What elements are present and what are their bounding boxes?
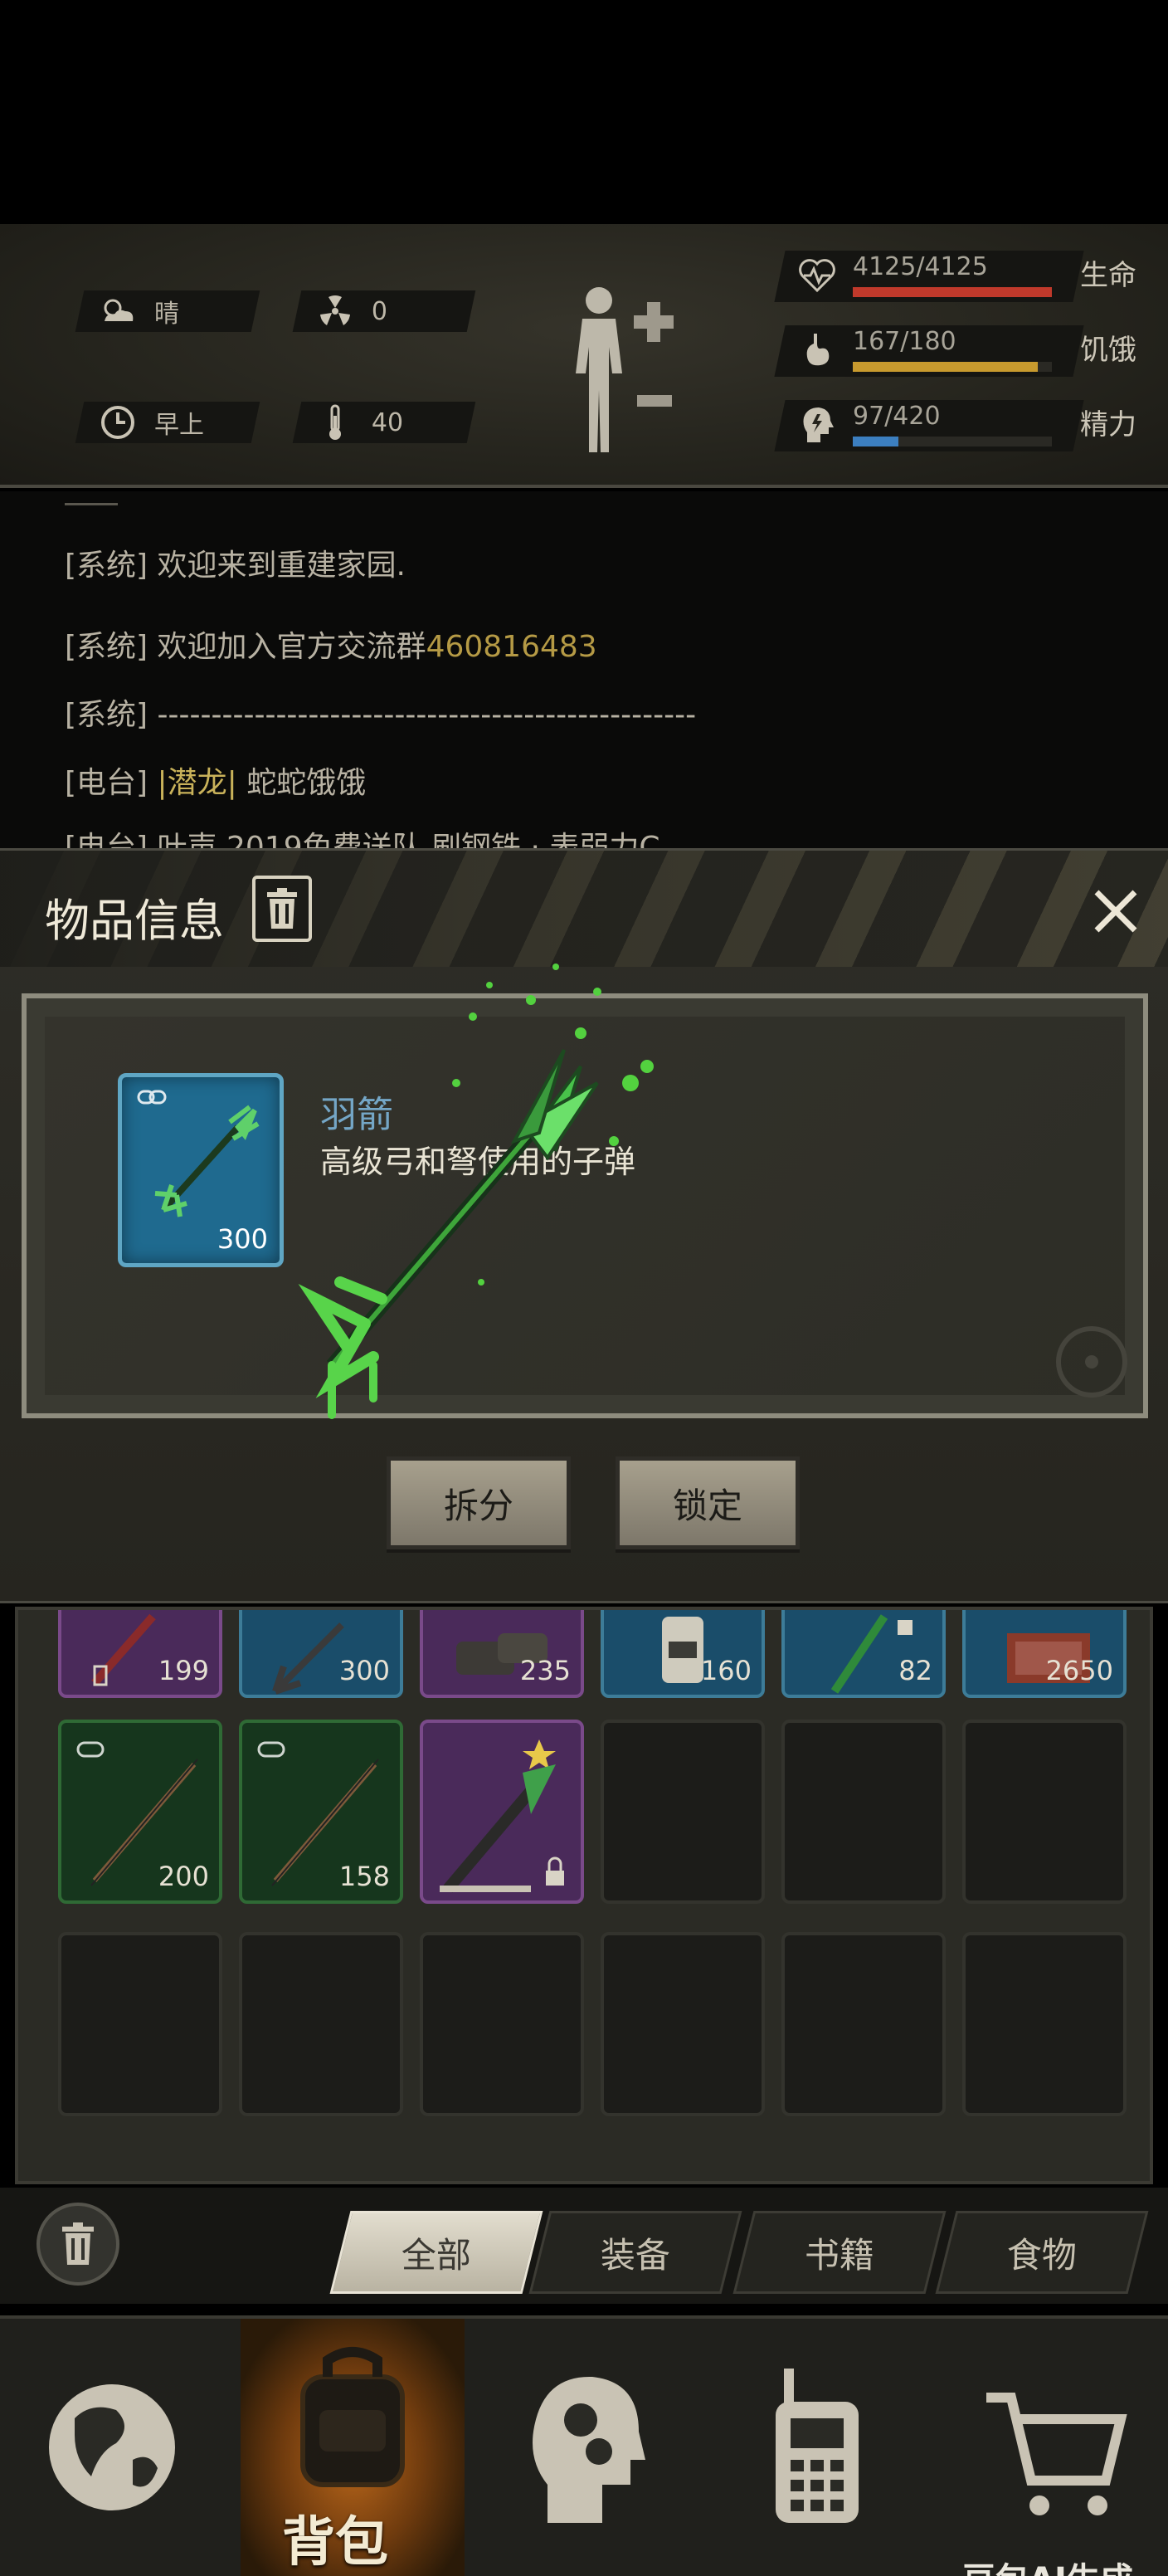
watermark-text: 豆包AI生成 xyxy=(962,2553,1133,2576)
health-value: 4125/4125 xyxy=(853,252,988,281)
inventory-slot-empty[interactable] xyxy=(239,1932,403,2116)
book-icon xyxy=(1007,1633,1090,1683)
time-label: 早上 xyxy=(154,411,204,440)
hunger-value: 167/180 xyxy=(853,327,956,356)
item-count: 235 xyxy=(519,1655,571,1686)
parts-icon xyxy=(456,1633,548,1675)
health-stat: 4125/4125 生命 xyxy=(774,246,1145,304)
inventory-slot[interactable]: 199 xyxy=(58,1610,222,1698)
green-stick-icon xyxy=(830,1614,912,1694)
nav-skills[interactable] xyxy=(473,2319,697,2576)
tab-equipment[interactable]: 装备 xyxy=(528,2211,742,2294)
inventory-slot-empty[interactable] xyxy=(781,1932,946,2116)
energy-bar xyxy=(853,437,1052,446)
inventory-slot-empty[interactable] xyxy=(962,1720,1127,1904)
item-info-dialog: 物品信息 300 羽箭 高级弓和弩使用的子弹 拆分 锁定 xyxy=(0,848,1168,1603)
inventory-slot-empty[interactable] xyxy=(601,1720,765,1904)
body-status-icon[interactable] xyxy=(564,282,689,456)
inventory-slot-empty[interactable] xyxy=(420,1932,584,2116)
hunger-bar xyxy=(853,362,1052,372)
legendary-bow-icon xyxy=(440,1739,564,1893)
inventory-slot-empty[interactable] xyxy=(58,1932,222,2116)
chat-line: [系统] 欢迎来到重建家园. xyxy=(65,549,406,583)
chat-group-number[interactable]: 460816483 xyxy=(426,630,597,664)
top-blank-area xyxy=(0,0,1168,224)
clock-icon xyxy=(96,403,139,442)
arrow-icon xyxy=(272,1622,344,1695)
feather-arrow-icon xyxy=(154,1105,260,1217)
nav-shop[interactable] xyxy=(944,2319,1168,2576)
chat-line: [电台] |潜龙| 蛇蛇饿饿 xyxy=(65,766,367,800)
temperature-chip: 40 xyxy=(292,402,476,443)
lock-button[interactable]: 锁定 xyxy=(616,1456,800,1549)
tab-food[interactable]: 食物 xyxy=(935,2211,1149,2294)
stomach-icon xyxy=(796,329,838,372)
chat-line: [系统] 欢迎加入官方交流群460816483 xyxy=(65,630,597,664)
item-count: 200 xyxy=(158,1861,209,1892)
delete-item-button[interactable] xyxy=(252,876,312,942)
backpack-icon xyxy=(300,2347,405,2487)
item-count: 82 xyxy=(898,1655,932,1686)
sun-cloud-icon xyxy=(96,292,139,330)
item-count: 300 xyxy=(338,1655,390,1686)
walkie-talkie-icon xyxy=(776,2369,859,2523)
head-energy-icon xyxy=(796,403,838,446)
close-icon[interactable] xyxy=(1087,882,1145,940)
inventory-slot[interactable]: 82 xyxy=(781,1610,946,1698)
radiation-icon xyxy=(314,292,357,330)
inventory-slot[interactable]: 2650 xyxy=(962,1610,1127,1698)
weather-label: 晴 xyxy=(154,300,179,329)
inventory-slot[interactable]: 235 xyxy=(420,1610,584,1698)
tab-books[interactable]: 书籍 xyxy=(732,2211,947,2294)
inventory-slot[interactable] xyxy=(420,1720,584,1904)
health-bar xyxy=(853,287,1052,297)
dismantle-button[interactable]: 拆分 xyxy=(387,1456,571,1549)
time-chip: 早上 xyxy=(75,402,260,443)
inventory-slot[interactable]: 300 xyxy=(239,1610,403,1698)
energy-stat: 97/420 精力 xyxy=(774,395,1145,453)
head-gears-icon xyxy=(533,2376,645,2523)
item-count: 158 xyxy=(338,1861,390,1892)
inventory-slot-empty[interactable] xyxy=(601,1932,765,2116)
discard-button[interactable] xyxy=(36,2203,119,2286)
thermometer-icon xyxy=(314,403,357,442)
trash-icon xyxy=(62,2222,94,2265)
chat-line: [系统] -----------------------------------… xyxy=(65,698,697,732)
inventory-slot[interactable]: 158 xyxy=(239,1720,403,1904)
inventory-slot[interactable]: 160 xyxy=(601,1610,765,1698)
weather-chip: 晴 xyxy=(75,290,260,332)
nav-radio[interactable] xyxy=(705,2319,929,2576)
chat-line: [电台] 叶声 2019免费送队 刷钢铁 · 表弱力C xyxy=(65,831,660,848)
energy-label: 精力 xyxy=(1080,408,1136,442)
item-count: 300 xyxy=(217,1223,268,1255)
tab-all[interactable]: 全部 xyxy=(329,2211,543,2294)
nav-backpack-label: 背包 xyxy=(282,2512,388,2574)
item-count: 2650 xyxy=(1045,1655,1113,1686)
item-count: 199 xyxy=(158,1655,209,1686)
feather-arrow-illustration xyxy=(298,964,654,1419)
item-icon-slot: 300 xyxy=(118,1073,284,1267)
crossbow-part-icon xyxy=(91,1613,156,1686)
chat-log[interactable]: [系统] 欢迎来到重建家园. [系统] 欢迎加入官方交流群460816483 [… xyxy=(0,491,1168,848)
temperature-value: 40 xyxy=(372,407,404,437)
inventory-slot-empty[interactable] xyxy=(962,1932,1127,2116)
radiation-watermark-icon xyxy=(1056,1326,1127,1398)
inventory-slot-empty[interactable] xyxy=(781,1720,946,1904)
item-count: 160 xyxy=(700,1655,752,1686)
heart-monitor-icon xyxy=(796,254,838,297)
radiation-value: 0 xyxy=(372,296,388,326)
dialog-title: 物品信息 xyxy=(45,895,224,947)
nav-world-map[interactable] xyxy=(0,2319,224,2576)
trash-icon xyxy=(267,888,297,929)
health-label: 生命 xyxy=(1080,259,1136,292)
bottle-icon xyxy=(662,1617,703,1683)
energy-value: 97/420 xyxy=(853,402,941,431)
inventory-slot[interactable]: 200 xyxy=(58,1720,222,1904)
radiation-chip: 0 xyxy=(292,290,476,332)
shopping-cart-icon xyxy=(986,2393,1127,2515)
globe-icon xyxy=(49,2384,175,2510)
hunger-label: 饥饿 xyxy=(1080,334,1136,367)
inventory-grid: 199 300 235 160 82 2650 200 158 xyxy=(15,1607,1153,2184)
hunger-stat: 167/180 饥饿 xyxy=(774,320,1145,378)
